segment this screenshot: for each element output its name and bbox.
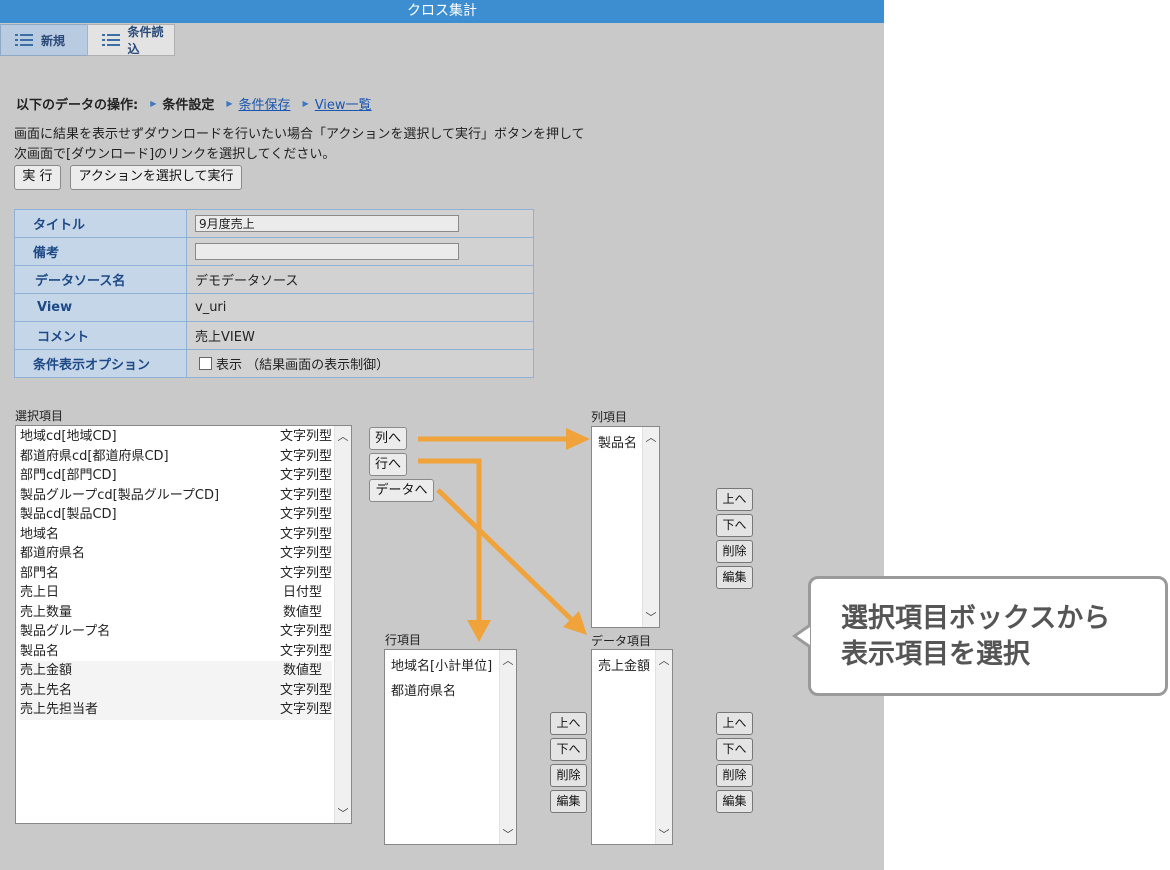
arrow-to-row [418,458,482,624]
arrow-to-data [436,488,574,622]
guide-arrows [418,428,590,642]
callout-tail-inner [797,627,810,645]
callout-line-1: 選択項目ボックスから [841,603,1111,634]
arrow-head-row [467,620,491,642]
callout-bubble: 選択項目ボックスから 表示項目を選択 [808,576,1168,696]
callout-text: 選択項目ボックスから 表示項目を選択 [841,601,1110,673]
arrow-head-column [566,428,590,450]
callout-line-2: 表示項目を選択 [841,639,1030,670]
